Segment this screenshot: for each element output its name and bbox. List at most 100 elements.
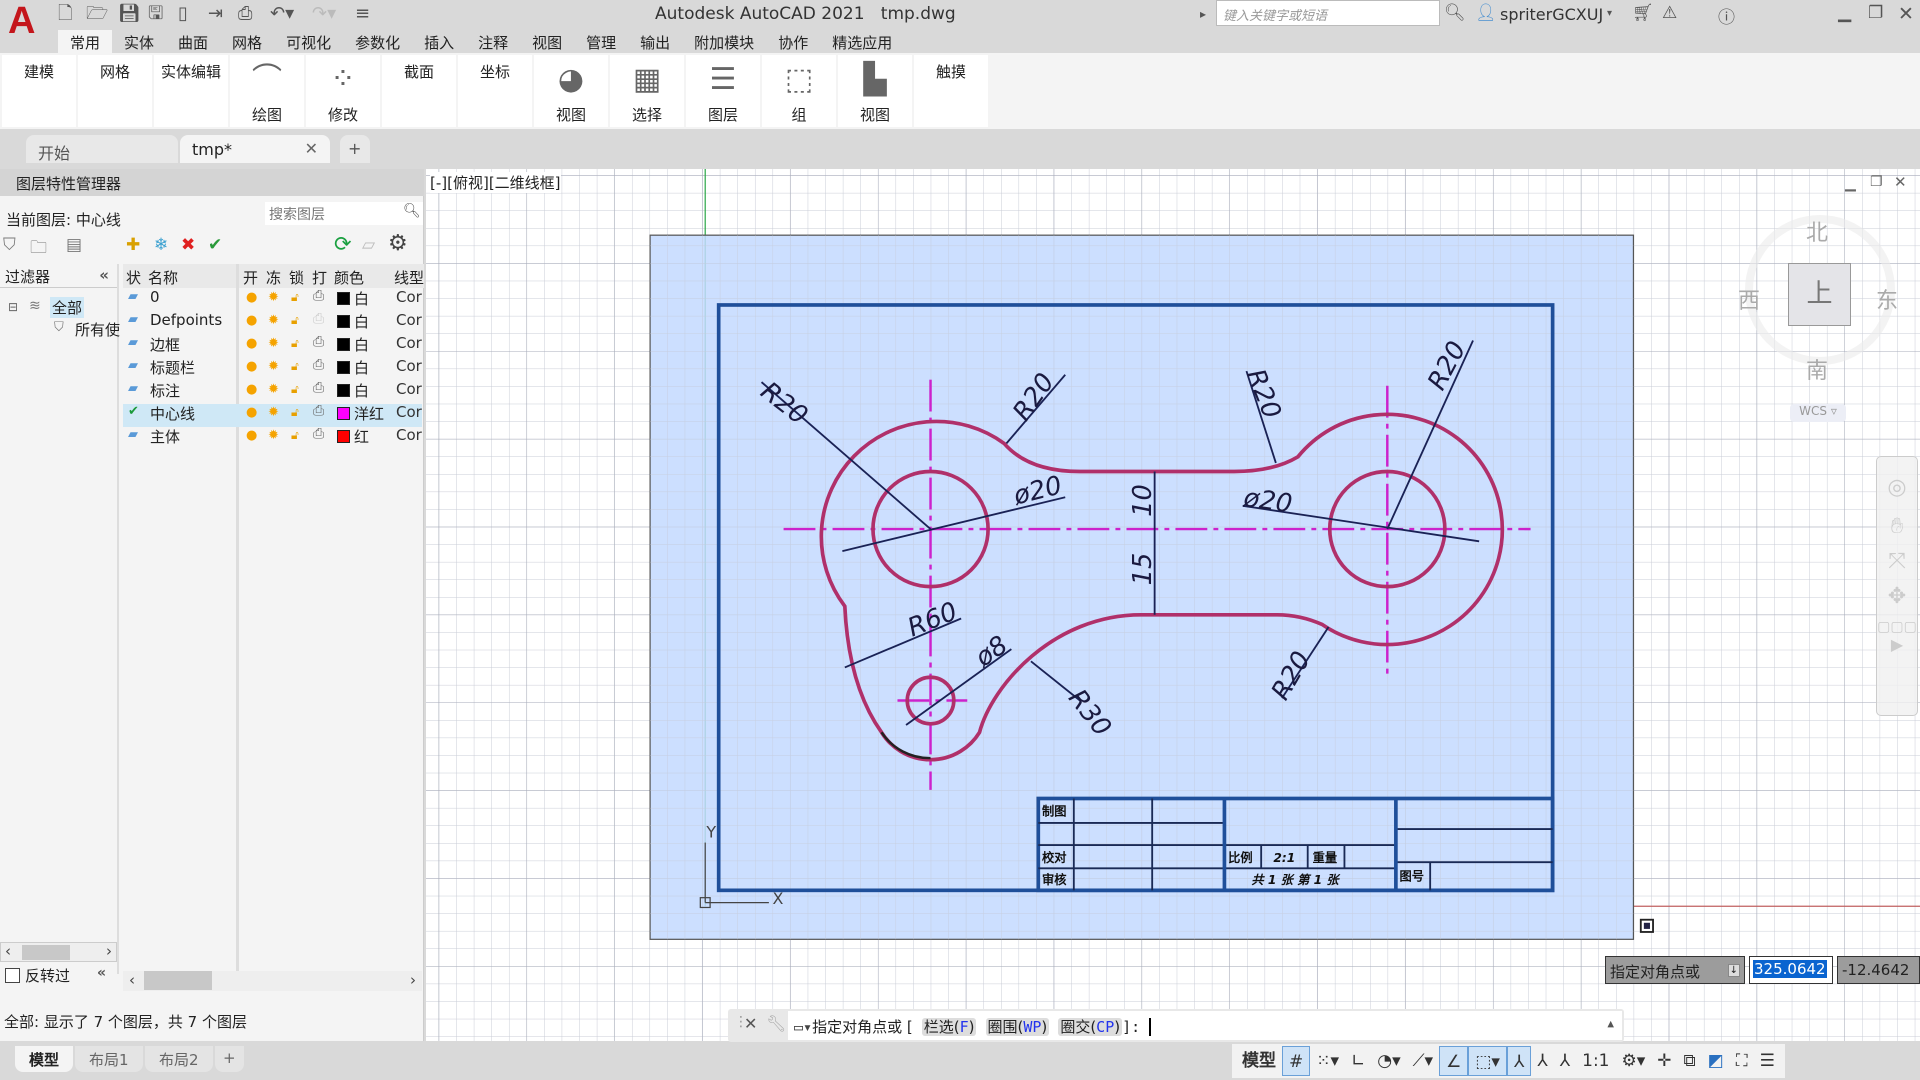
- restore-icon[interactable]: ❐: [1868, 3, 1883, 23]
- ribbon-tab-3[interactable]: 网格: [220, 30, 274, 53]
- user-dropdown-icon[interactable]: ▾: [1607, 8, 1612, 19]
- polar-icon[interactable]: ◔▾: [1371, 1046, 1406, 1076]
- clean-screen-icon[interactable]: ⛶: [1730, 1046, 1754, 1076]
- add-layout-button[interactable]: +: [215, 1046, 244, 1072]
- linetype[interactable]: Cor: [396, 357, 422, 375]
- layer-search-input[interactable]: 搜索图层: [265, 202, 423, 225]
- viewcube-east[interactable]: 东: [1876, 283, 1898, 315]
- layer-name[interactable]: 主体: [150, 426, 180, 447]
- color-name[interactable]: 洋红: [354, 403, 384, 424]
- bulb-on-icon[interactable]: ●: [246, 359, 257, 374]
- layout-tab-2[interactable]: 布局2: [145, 1046, 213, 1072]
- search-icon[interactable]: 🔍︎: [403, 203, 421, 219]
- orbit-icon[interactable]: ✥: [1877, 584, 1917, 609]
- ortho-icon[interactable]: ∟: [1345, 1046, 1371, 1076]
- viewcube-south[interactable]: 南: [1806, 353, 1828, 385]
- bulb-on-icon[interactable]: ●: [246, 428, 257, 443]
- ribbon-tab-4[interactable]: 可视化: [274, 30, 343, 53]
- ribbon-tab-8[interactable]: 视图: [520, 30, 574, 53]
- viewcube-north[interactable]: 北: [1806, 215, 1828, 247]
- layer-table-hscrollbar[interactable]: ‹ ›: [123, 971, 422, 991]
- scale-button[interactable]: 1:1: [1576, 1046, 1615, 1076]
- ribbon-panel-0[interactable]: 建模: [2, 55, 76, 127]
- printer-icon[interactable]: ⎙: [313, 403, 324, 419]
- new-layer-icon[interactable]: ✚: [126, 235, 140, 255]
- linetype[interactable]: Cor: [396, 380, 422, 398]
- collapse-filters-icon[interactable]: «: [99, 266, 109, 284]
- expand-arrow-icon[interactable]: ▸: [1200, 7, 1206, 21]
- sun-thawed-icon[interactable]: ✹: [268, 290, 279, 305]
- column-header-7[interactable]: 线型: [394, 267, 424, 288]
- annotation-visibility-icon[interactable]: ⅄: [1506, 1046, 1532, 1076]
- filter-all[interactable]: 全部: [50, 297, 85, 318]
- unlock-icon[interactable]: 🔓︎: [291, 359, 299, 374]
- layer-row[interactable]: ▰ 0 ● ✹ 🔓︎ ⎙ 白 Cor: [123, 288, 422, 312]
- new-group-filter-icon[interactable]: 🗀: [30, 235, 47, 264]
- close-icon[interactable]: ✕: [1898, 3, 1914, 25]
- linetype[interactable]: Cor: [396, 288, 422, 306]
- printer-icon[interactable]: ⎙: [313, 334, 324, 350]
- minimize-icon[interactable]: ▁: [1838, 3, 1851, 23]
- viewport-restore-icon[interactable]: ❐: [1870, 174, 1883, 190]
- unlock-icon[interactable]: 🔓︎: [291, 405, 299, 420]
- autocad-logo[interactable]: A: [8, 0, 35, 42]
- annotation-monitor-icon[interactable]: ✛: [1651, 1046, 1677, 1076]
- layer-row[interactable]: ▰ Defpoints ● ✹ 🔓︎ ⎙ 白 Cor: [123, 311, 422, 335]
- printer-icon[interactable]: ⎙: [313, 426, 324, 442]
- save-icon[interactable]: 💾︎: [118, 4, 141, 24]
- layer-name[interactable]: 标注: [150, 380, 180, 401]
- color-name[interactable]: 白: [354, 357, 369, 378]
- model-space-button[interactable]: 模型: [1236, 1046, 1282, 1076]
- tree-collapse-icon[interactable]: ⊟: [8, 300, 18, 314]
- filter-hscrollbar[interactable]: ‹ ›: [0, 942, 117, 962]
- grid-icon[interactable]: #: [1282, 1046, 1311, 1076]
- save-as-icon[interactable]: 🖫: [148, 4, 163, 24]
- gear-icon[interactable]: ⚙: [388, 231, 408, 256]
- ribbon-panel-1[interactable]: 网格: [78, 55, 152, 127]
- expand-history-icon[interactable]: ▲: [1607, 1017, 1614, 1030]
- layer-name[interactable]: 中心线: [150, 403, 195, 424]
- unlock-icon[interactable]: 🔓︎: [291, 313, 299, 328]
- unlock-icon[interactable]: 🔓︎: [291, 336, 299, 351]
- sun-thawed-icon[interactable]: ✹: [268, 359, 279, 374]
- user-icon[interactable]: 👤︎: [1475, 3, 1497, 23]
- printer-icon[interactable]: ⎙: [313, 311, 324, 327]
- new-layer-frozen-icon[interactable]: ❄: [154, 235, 168, 255]
- tab-start[interactable]: 开始: [26, 135, 178, 163]
- column-header-0[interactable]: 状: [126, 267, 141, 288]
- color-name[interactable]: 红: [354, 426, 369, 447]
- object-snap-tracking-icon[interactable]: ∠: [1439, 1046, 1469, 1076]
- color-swatch[interactable]: [337, 315, 350, 328]
- import-icon[interactable]: ⇥: [208, 4, 223, 24]
- ribbon-tab-9[interactable]: 管理: [574, 30, 628, 53]
- color-name[interactable]: 白: [354, 380, 369, 401]
- showmotion-icon[interactable]: ▢▢▢: [1877, 619, 1917, 635]
- sun-thawed-icon[interactable]: ✹: [268, 405, 279, 420]
- sun-thawed-icon[interactable]: ✹: [268, 336, 279, 351]
- unlock-icon[interactable]: 🔓︎: [291, 290, 299, 305]
- quick-properties-icon[interactable]: ◩: [1702, 1046, 1730, 1076]
- ribbon-tab-12[interactable]: 协作: [766, 30, 820, 53]
- close-command-icon[interactable]: ✕: [744, 1014, 757, 1033]
- printer-icon[interactable]: ⎙: [313, 288, 324, 304]
- viewport-close-icon[interactable]: ✕: [1894, 173, 1907, 191]
- invert-filter-checkbox[interactable]: [5, 968, 20, 983]
- layer-row[interactable]: ▰ 标题栏 ● ✹ 🔓︎ ⎙ 白 Cor: [123, 357, 422, 381]
- column-header-6[interactable]: 颜色: [334, 267, 364, 288]
- option-fence[interactable]: 栏选(F): [921, 1018, 977, 1036]
- layer-row[interactable]: ▰ 边框 ● ✹ 🔓︎ ⎙ 白 Cor: [123, 334, 422, 358]
- option-wpolygon[interactable]: 圈围(WP): [985, 1018, 1050, 1036]
- x-coordinate-input[interactable]: 325.0642: [1749, 956, 1833, 984]
- ribbon-panel-10[interactable]: ⬚ 组: [762, 55, 836, 127]
- ribbon-panel-7[interactable]: ◕ 视图: [534, 55, 608, 127]
- layer-name[interactable]: 标题栏: [150, 357, 195, 378]
- viewcube-west[interactable]: 西: [1738, 283, 1760, 315]
- color-swatch[interactable]: [337, 361, 350, 374]
- plot-icon[interactable]: ⎙: [238, 4, 252, 24]
- ribbon-tab-2[interactable]: 曲面: [166, 30, 220, 53]
- zoom-extents-icon[interactable]: ⤧: [1877, 549, 1917, 574]
- command-input[interactable]: ▭▾指定对角点或 [ 栏选(F) 圈围(WP) 圈交(CP)]: ▲: [788, 1011, 1622, 1040]
- y-coordinate-input[interactable]: -12.4642: [1837, 956, 1920, 984]
- command-history-icon[interactable]: ▭▾: [794, 1018, 812, 1036]
- column-header-3[interactable]: 冻: [266, 267, 281, 288]
